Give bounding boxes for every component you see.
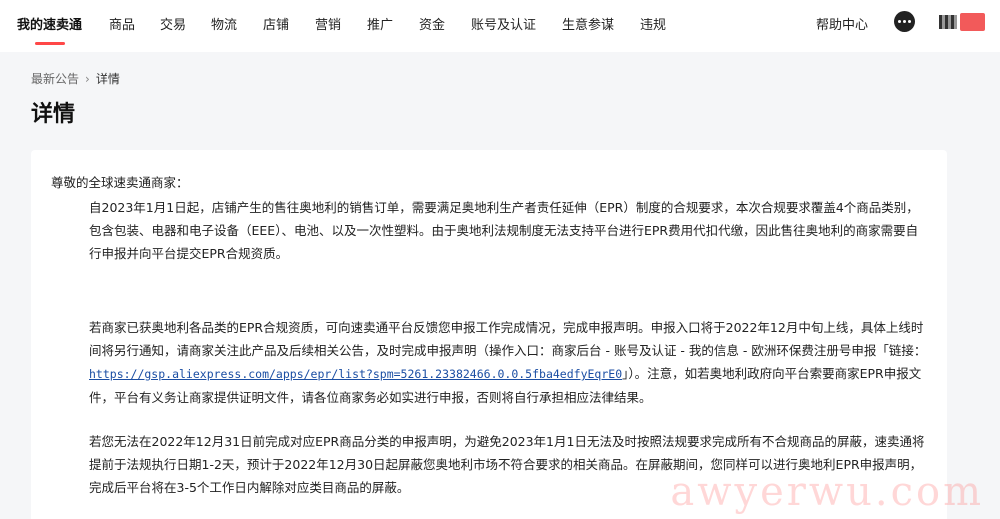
greeting: 尊敬的全球速卖通商家： <box>51 175 189 190</box>
nav-item-violations[interactable]: 违规 <box>640 14 666 33</box>
nav-item-orders[interactable]: 交易 <box>160 14 186 33</box>
nav-item-logistics[interactable]: 物流 <box>211 14 237 33</box>
paragraph-2: 若商家已获奥地利各品类的EPR合规资质，可向速卖通平台反馈您申报工作完成情况，完… <box>89 316 929 409</box>
nav-item-promotion[interactable]: 推广 <box>367 14 393 33</box>
account-badge <box>960 13 985 31</box>
paragraph-2-text: 若商家已获奥地利各品类的EPR合规资质，可向速卖通平台反馈您申报工作完成情况，完… <box>89 320 927 358</box>
nav-item-business-advisor[interactable]: 生意参谋 <box>562 14 614 33</box>
paragraph-1: 自2023年1月1日起，店铺产生的售往奥地利的销售订单，需要满足奥地利生产者责任… <box>89 200 919 261</box>
page-title: 详情 <box>31 102 76 127</box>
nav-item-account[interactable]: 账号及认证 <box>471 14 536 33</box>
nav-item-products[interactable]: 商品 <box>109 14 135 33</box>
avatar-image <box>939 15 957 29</box>
top-navigation: 我的速卖通 商品 交易 物流 店铺 营销 推广 资金 账号及认证 生意参谋 违规… <box>0 0 1000 52</box>
breadcrumb: 最新公告 › 详情 <box>31 70 120 87</box>
breadcrumb-current: 详情 <box>95 72 120 86</box>
nav-item-store[interactable]: 店铺 <box>263 14 289 33</box>
announcement-card: 尊敬的全球速卖通商家： 自2023年1月1日起，店铺产生的售往奥地利的销售订单，… <box>31 150 947 519</box>
nav-item-marketing[interactable]: 营销 <box>315 14 341 33</box>
nav-item-funds[interactable]: 资金 <box>419 14 445 33</box>
nav-item-my-aliexpress[interactable]: 我的速卖通 <box>17 14 82 33</box>
watermark: awyerwu.com <box>670 469 984 515</box>
chat-icon[interactable] <box>894 11 915 32</box>
active-nav-indicator <box>35 42 65 45</box>
epr-declaration-link[interactable]: https://gsp.aliexpress.com/apps/epr/list… <box>89 367 622 381</box>
help-center-link[interactable]: 帮助中心 <box>816 14 868 33</box>
chevron-right-icon: › <box>85 71 90 86</box>
avatar[interactable] <box>939 13 985 31</box>
breadcrumb-announcements-link[interactable]: 最新公告 <box>31 70 79 87</box>
